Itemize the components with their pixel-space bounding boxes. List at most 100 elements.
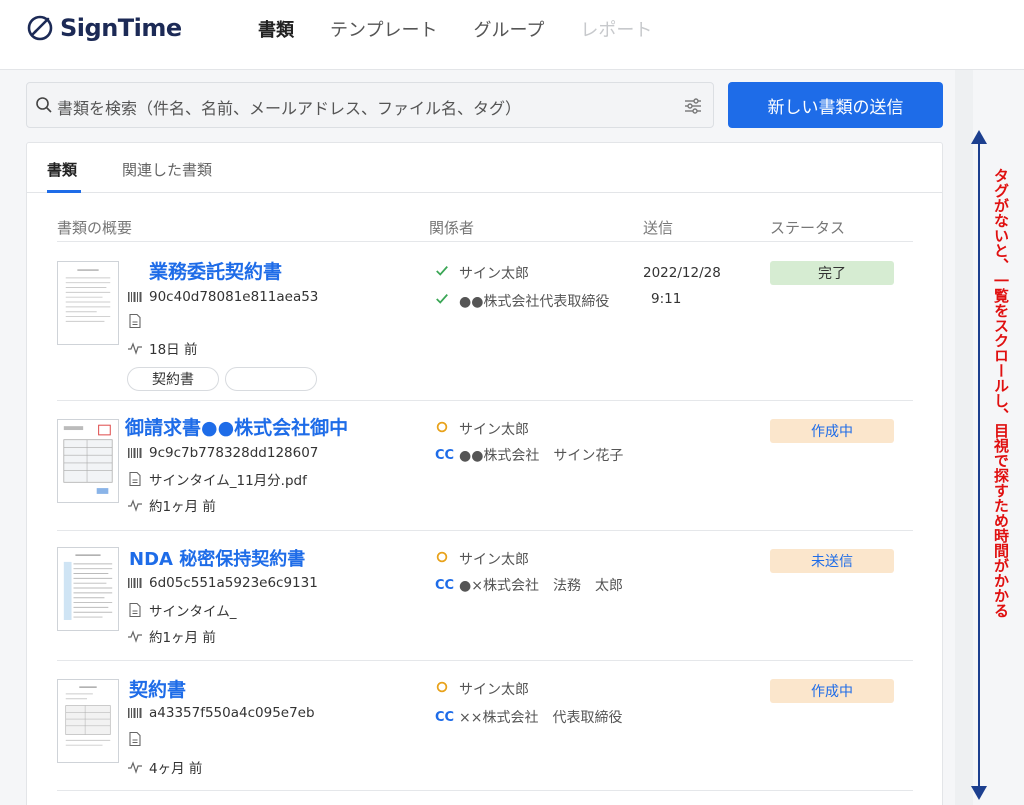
table-row[interactable]: 御請求書●●株式会社御中 9c9c7b778328dd128607 サインタイム… [57, 401, 913, 531]
document-id: 90c40d78081e811aea53 [127, 289, 318, 305]
search-placeholder: 書類を検索（件名、名前、メールアドレス、ファイル名、タグ） [57, 99, 522, 118]
document-activity: 4ヶ月 前 [127, 757, 202, 777]
party-name: サイン太郎 [459, 552, 529, 568]
column-header-summary: 書類の概要 [57, 219, 133, 237]
file-icon [127, 731, 143, 747]
document-id: 9c9c7b778328dd128607 [127, 445, 318, 461]
nav-groups[interactable]: グループ [473, 16, 544, 42]
document-file [127, 313, 149, 329]
document-thumbnail[interactable] [57, 679, 119, 763]
status-badge: 未送信 [770, 549, 894, 573]
document-id-text: 90c40d78081e811aea53 [149, 289, 319, 305]
party-signer: サイン太郎 [435, 679, 529, 699]
document-thumbnail[interactable] [57, 419, 119, 503]
pending-circle-icon [435, 420, 459, 438]
search-icon [36, 97, 52, 113]
nav-documents[interactable]: 書類 [258, 16, 294, 42]
check-icon [435, 264, 459, 282]
activity-pulse-icon [127, 497, 143, 513]
table-row[interactable]: NDA 秘密保持契約書 6d05c551a5923e6c9131 サインタイム_… [57, 531, 913, 661]
document-thumbnail[interactable] [57, 547, 119, 631]
header-divider [57, 241, 913, 242]
document-title[interactable]: NDA 秘密保持契約書 [129, 545, 305, 571]
document-file [127, 731, 149, 747]
sent-time: 9:11 [651, 291, 682, 307]
status-badge: 完了 [770, 261, 894, 285]
party-name: ●×株式会社 法務 太郎 [459, 578, 623, 594]
party-signer: サイン太郎 [435, 549, 529, 569]
pending-circle-icon [435, 550, 459, 568]
nav-templates[interactable]: テンプレート [330, 16, 437, 42]
cc-label: CC [435, 577, 455, 593]
annotation-note: タグがないと、一覧をスクロールし、目視で探すため時間がかかる [992, 168, 1010, 618]
signtime-logo-icon [27, 15, 53, 41]
filter-sliders-icon[interactable] [683, 96, 703, 116]
document-activity-text: 18日 前 [149, 342, 198, 358]
document-id: a43357f550a4c095e7eb [127, 705, 315, 721]
document-preview-icon [65, 686, 111, 746]
document-id-text: a43357f550a4c095e7eb [149, 705, 315, 721]
party-name: サイン太郎 [459, 422, 529, 438]
cc-label: CC [435, 447, 455, 463]
party-cc: CC ●×株式会社 法務 太郎 [435, 575, 623, 595]
activity-pulse-icon [127, 759, 143, 775]
column-header-parties: 関係者 [429, 219, 475, 237]
document-file-name: サインタイム_ [149, 604, 237, 620]
document-preview-icon [63, 424, 113, 494]
app-logo[interactable]: SignTime [26, 13, 182, 43]
main-nav: 書類 テンプレート グループ レポート [258, 16, 688, 42]
barcode-icon [127, 575, 143, 591]
file-icon [127, 602, 143, 618]
column-header-status: ステータス [770, 219, 846, 237]
tag-pill-empty[interactable] [225, 367, 317, 391]
party-signer: ●●株式会社代表取締役 [435, 291, 609, 311]
document-preview-icon [65, 269, 111, 322]
send-new-document-button[interactable]: 新しい書類の送信 [728, 82, 943, 128]
double-arrow-icon [971, 130, 987, 800]
party-name: ××株式会社 代表取締役 [459, 710, 623, 726]
check-icon [435, 292, 459, 310]
document-activity-text: 約1ヶ月 前 [149, 630, 216, 646]
table-row[interactable]: 業務委託契約書 90c40d78081e811aea53 18日 前 契約書 サ… [57, 243, 913, 401]
cc-label: CC [435, 709, 455, 725]
active-tab-indicator [47, 190, 81, 193]
status-badge: 作成中 [770, 679, 894, 703]
document-title[interactable]: 業務委託契約書 [149, 257, 282, 284]
nav-reports[interactable]: レポート [580, 16, 652, 42]
document-file: サインタイム_11月分.pdf [127, 469, 307, 489]
document-id: 6d05c551a5923e6c9131 [127, 575, 318, 591]
party-cc: CC ××株式会社 代表取締役 [435, 707, 622, 727]
table-row[interactable]: 契約書 a43357f550a4c095e7eb 4ヶ月 前 サイン太郎 CC … [57, 661, 913, 791]
document-tabs: 書類 関連した書類 [27, 143, 942, 193]
document-id-text: 6d05c551a5923e6c9131 [149, 575, 318, 591]
document-activity: 約1ヶ月 前 [127, 495, 216, 515]
app-header: SignTime 書類 テンプレート グループ レポート [0, 0, 1024, 70]
barcode-icon [127, 289, 143, 305]
tab-related-documents[interactable]: 関連した書類 [122, 159, 212, 180]
document-activity-text: 約1ヶ月 前 [149, 499, 216, 515]
document-title[interactable]: 御請求書●●株式会社御中 [125, 413, 348, 440]
document-title[interactable]: 契約書 [129, 675, 186, 702]
activity-pulse-icon [127, 628, 143, 644]
document-activity: 18日 前 [127, 338, 197, 358]
party-cc: CC ●●株式会社 サイン花子 [435, 445, 623, 465]
document-activity: 約1ヶ月 前 [127, 626, 216, 646]
document-thumbnail[interactable] [57, 261, 119, 345]
file-icon [127, 471, 143, 487]
search-input[interactable]: 書類を検索（件名、名前、メールアドレス、ファイル名、タグ） [26, 82, 714, 128]
file-icon [127, 313, 143, 329]
status-badge: 作成中 [770, 419, 894, 443]
document-file: サインタイム_ [127, 600, 236, 620]
sent-date: 2022/12/28 [643, 265, 721, 281]
party-name: ●●株式会社代表取締役 [459, 294, 610, 310]
activity-pulse-icon [127, 340, 143, 356]
document-preview-icon [63, 554, 113, 620]
documents-card: 書類 関連した書類 書類の概要 関係者 送信 ステータス 業務委託契約書 90c… [26, 142, 943, 805]
party-name: サイン太郎 [459, 266, 529, 282]
tab-documents[interactable]: 書類 [47, 159, 77, 180]
pending-circle-icon [435, 680, 459, 698]
barcode-icon [127, 705, 143, 721]
tag-pill[interactable]: 契約書 [127, 367, 219, 391]
document-activity-text: 4ヶ月 前 [149, 761, 203, 777]
document-file-name: サインタイム_11月分.pdf [149, 473, 307, 489]
